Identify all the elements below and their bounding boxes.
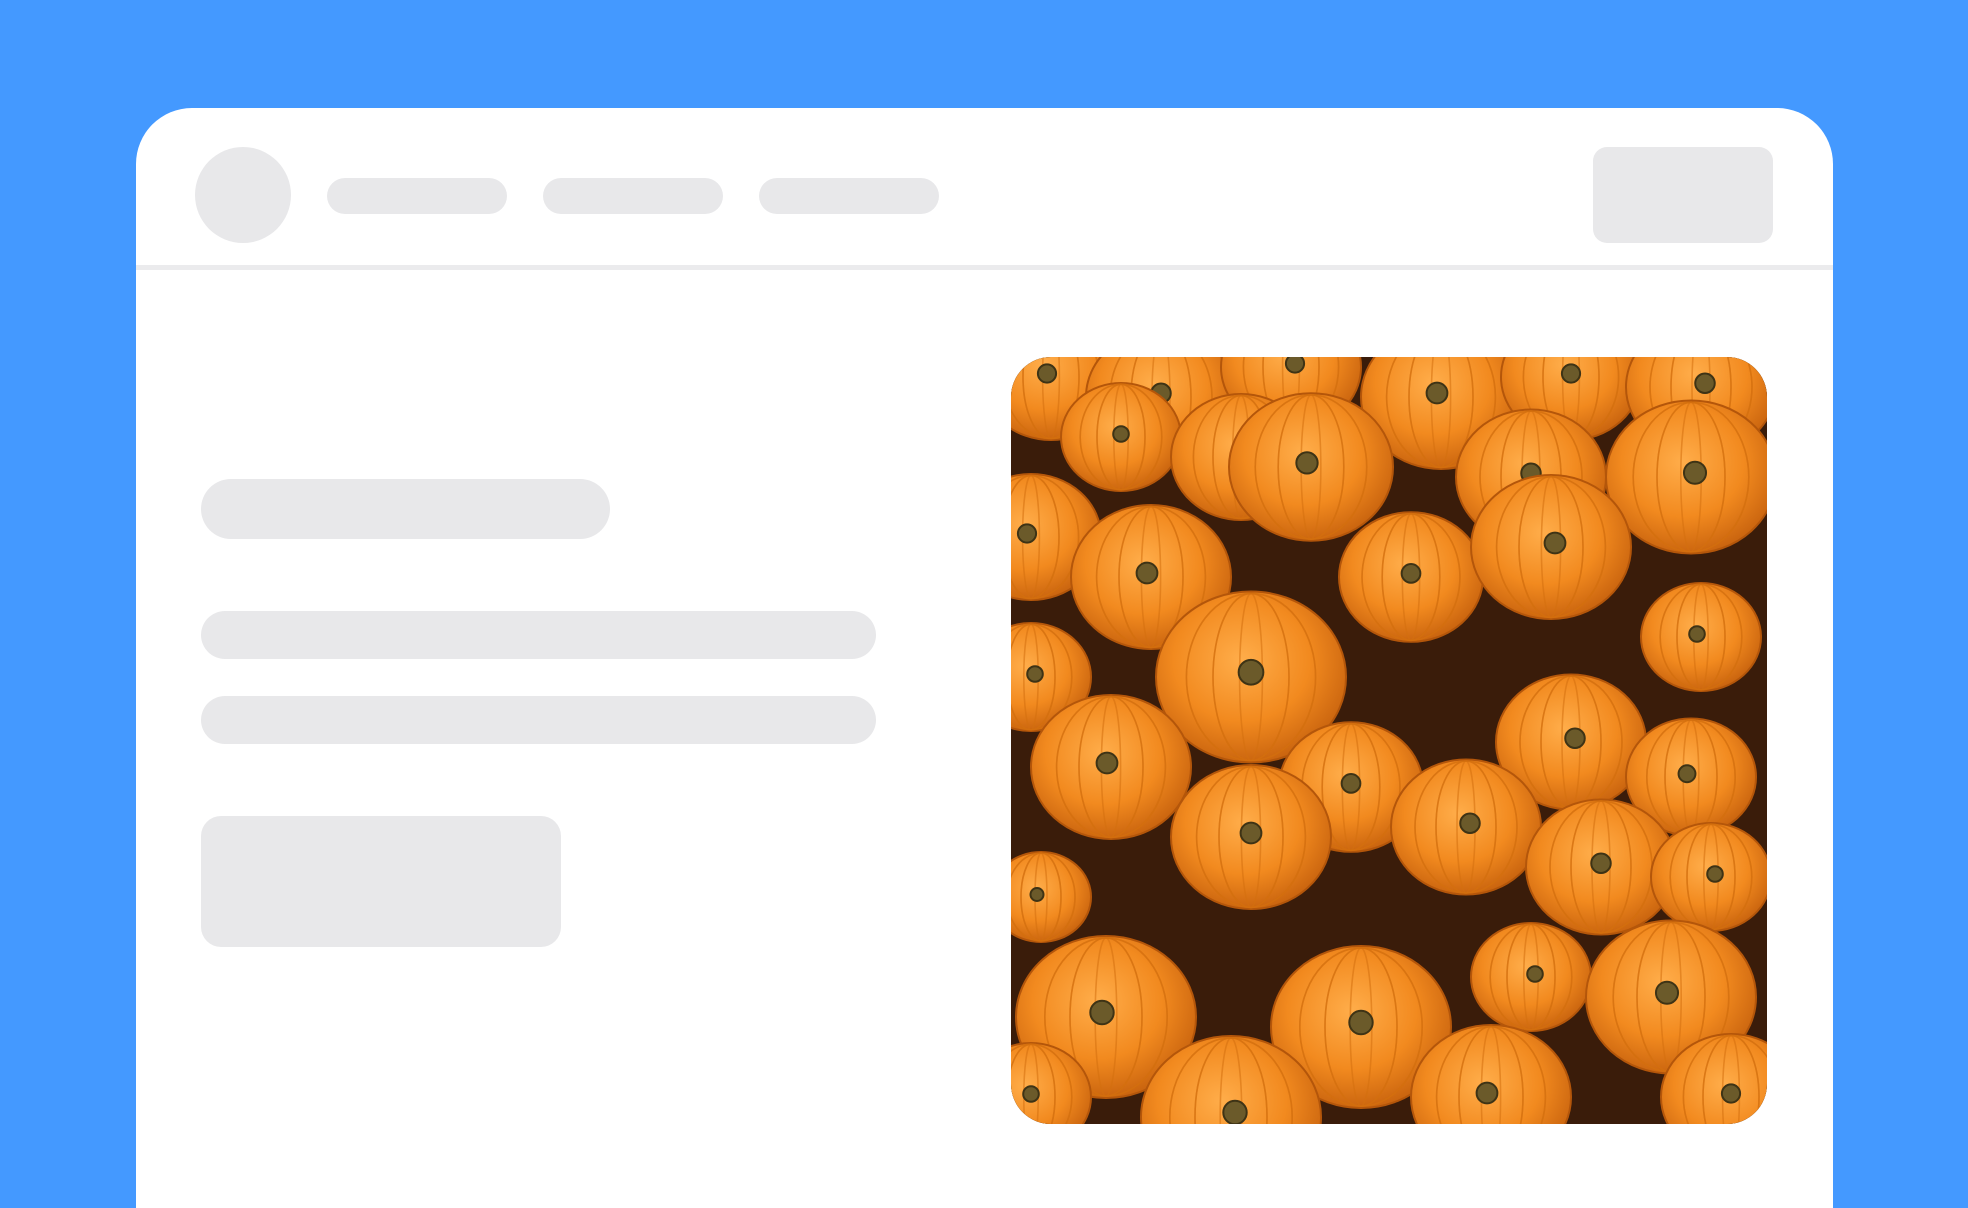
headline-placeholder xyxy=(201,479,610,539)
pumpkin xyxy=(1605,399,1767,555)
pumpkin xyxy=(1640,582,1762,692)
avatar[interactable] xyxy=(195,147,291,243)
pumpkin xyxy=(1060,382,1182,492)
pumpkin xyxy=(1338,511,1484,643)
pumpkin xyxy=(1470,922,1592,1032)
nav-item-3[interactable] xyxy=(759,178,939,214)
body-text-placeholder-line-1 xyxy=(201,611,876,659)
browser-window xyxy=(136,108,1833,1208)
nav-item-1[interactable] xyxy=(327,178,507,214)
pumpkin xyxy=(1470,474,1632,620)
cta-button-placeholder[interactable] xyxy=(201,816,561,947)
pumpkin xyxy=(1030,694,1192,840)
hero-image xyxy=(1011,357,1767,1124)
header-action-button[interactable] xyxy=(1593,147,1773,243)
body-text-placeholder-line-2 xyxy=(201,696,876,744)
pumpkin xyxy=(1650,822,1767,932)
pumpkin xyxy=(1170,764,1332,910)
top-nav-bar xyxy=(136,108,1833,270)
pumpkin-pile-image xyxy=(1011,357,1767,1124)
pumpkin xyxy=(1390,758,1542,896)
pumpkin xyxy=(1228,392,1394,542)
nav-item-2[interactable] xyxy=(543,178,723,214)
